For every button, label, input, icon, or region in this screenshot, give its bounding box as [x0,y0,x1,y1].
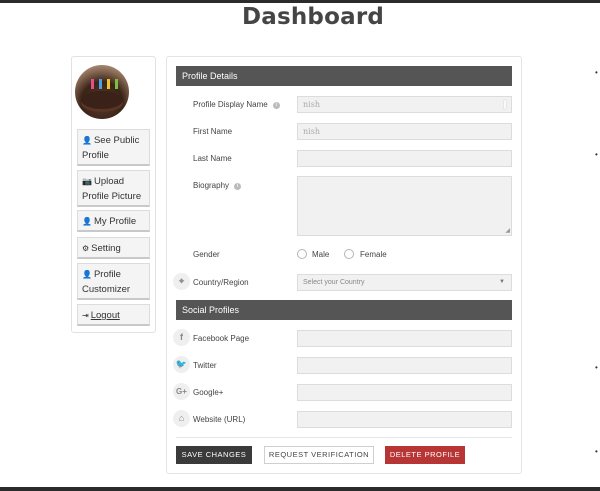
map-marker-icon: ⌖ [173,273,190,290]
twitter-label: Twitter [193,361,217,370]
save-changes-button[interactable]: SAVE CHANGES [176,446,252,464]
first-name-input[interactable]: nish [297,123,512,140]
country-select[interactable]: Select your Country ▼ [297,274,512,291]
my-profile-button[interactable]: 👤 My Profile [77,210,150,232]
first-name-label: First Name [193,127,233,136]
google-plus-icon: G+ [173,383,190,400]
profile-customizer-button[interactable]: 👤 Profile Customizer [77,263,150,300]
setting-button[interactable]: ⚙ Setting [77,237,150,259]
country-label: Country/Region [193,278,249,287]
user-icon: 👤 [82,217,92,226]
see-public-profile-button[interactable]: 👤 See Public Profile [77,129,150,166]
last-name-label: Last Name [193,154,232,163]
upload-profile-picture-button[interactable]: 📷 Upload Profile Picture [77,170,150,207]
social-profiles-heading: Social Profiles [176,300,512,320]
delete-profile-button[interactable]: DELETE PROFILE [385,446,465,464]
display-name-label-text: Profile Display Name [193,100,268,109]
gender-male-radio[interactable] [297,249,307,259]
display-name-input[interactable]: nish [297,96,512,113]
facebook-label: Facebook Page [193,334,250,343]
logout-label: Logout [90,310,120,321]
right-edge-fragment: • [595,68,598,77]
logout-button[interactable]: ⇥ Logout [77,304,150,326]
biography-label: Biography i [193,181,242,190]
info-icon[interactable]: i [234,183,242,190]
right-edge-fragment: • [595,447,598,456]
display-name-label: Profile Display Name i [193,100,280,109]
actions-divider [176,437,512,438]
right-edge-fragment: • [595,363,598,372]
top-border [0,0,600,3]
user-icon: 👤 [82,270,92,279]
last-name-input[interactable] [297,150,512,167]
gender-female-label: Female [360,250,387,259]
facebook-icon: f [173,329,190,346]
scroll-handle [503,99,507,110]
logout-icon: ⇥ [82,311,89,320]
country-select-value: Select your Country [303,279,365,286]
website-input[interactable] [297,411,512,428]
twitter-icon: 🐦 [173,356,190,373]
profile-sidebar: 👤 See Public Profile 📷 Upload Profile Pict… [71,56,156,333]
google-label: Google+ [193,388,224,397]
request-verification-button[interactable]: REQUEST VERIFICATION [264,446,374,464]
biography-textarea[interactable]: ◢ [297,176,512,236]
gender-male-label: Male [312,250,330,259]
profile-form-panel: Profile Details Profile Display Name i ni… [166,56,522,474]
facebook-input[interactable] [297,330,512,347]
website-label: Website (URL) [193,415,246,424]
resize-grip-icon[interactable]: ◢ [505,228,510,234]
twitter-input[interactable] [297,357,512,374]
gender-label: Gender [193,250,220,259]
my-profile-label: My Profile [93,216,137,227]
biography-label-text: Biography [193,181,230,190]
info-icon[interactable]: i [272,102,280,109]
setting-label: Setting [91,243,121,254]
chevron-down-icon: ▼ [499,279,505,285]
user-icon: 👤 [82,136,92,145]
gear-icon: ⚙ [82,244,90,253]
right-edge-fragment: • [595,150,598,159]
page-title: Dashboard [241,4,385,30]
avatar [75,65,129,119]
gender-female-radio[interactable] [344,249,354,259]
profile-details-heading: Profile Details [176,66,512,86]
camera-icon: 📷 [82,177,92,186]
bottom-border [0,487,600,491]
google-input[interactable] [297,384,512,401]
home-icon: ⌂ [173,410,190,427]
